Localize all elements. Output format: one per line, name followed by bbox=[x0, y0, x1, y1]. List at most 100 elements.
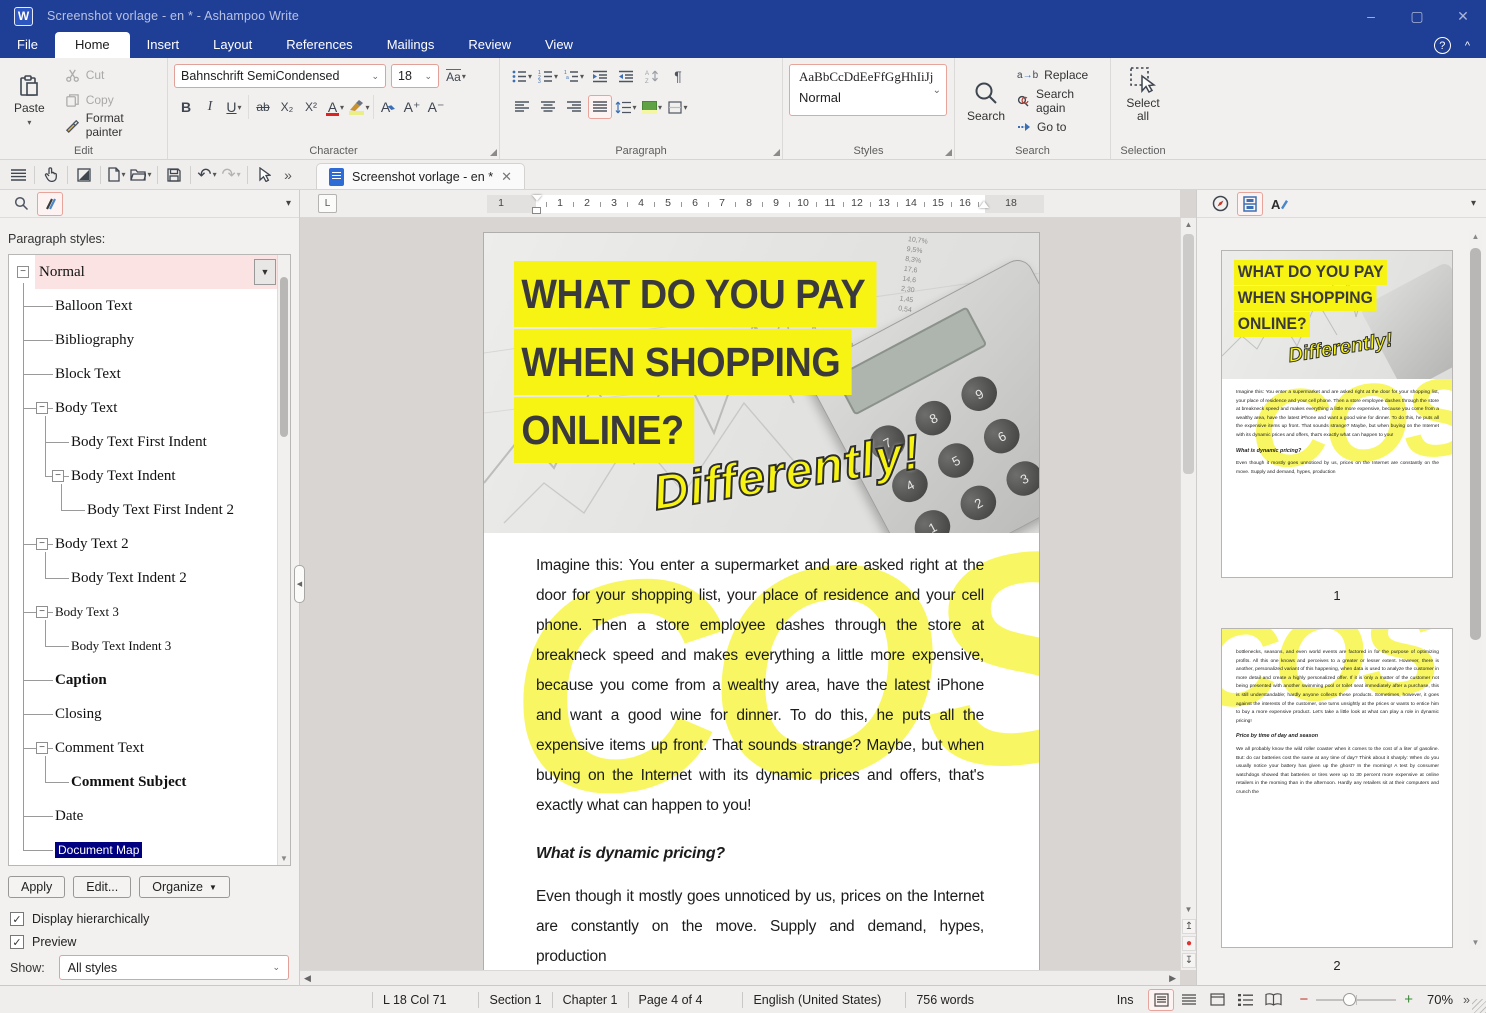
organize-button[interactable]: Organize ▼ bbox=[139, 876, 230, 898]
pointer-tool-icon[interactable] bbox=[252, 163, 276, 187]
style-picker[interactable]: AaBbCcDdEeFfGgHhIiJj Normal ⌄ bbox=[789, 64, 947, 116]
document-tab[interactable]: Screenshot vorlage - en * ✕ bbox=[316, 163, 525, 189]
tree-scrollbar[interactable]: ▼ bbox=[277, 255, 290, 865]
scroll-down-icon[interactable]: ▼ bbox=[1469, 938, 1482, 947]
document-canvas[interactable]: 10,7% 9,5% 8,3% 17,6 14,6 2,30 1,45 0,54 789 45… bbox=[300, 218, 1180, 970]
tab-view[interactable]: View bbox=[528, 32, 590, 58]
menu-lines-icon[interactable] bbox=[6, 163, 30, 187]
show-styles-combo[interactable]: All styles ⌄ bbox=[58, 955, 289, 980]
paste-button[interactable]: Paste ▾ bbox=[6, 64, 53, 136]
tab-stop-selector[interactable]: L bbox=[318, 194, 337, 213]
display-hierarchically-checkbox[interactable]: ✓ bbox=[10, 912, 24, 926]
superscript-button[interactable]: X² bbox=[299, 95, 323, 119]
style-item-date[interactable]: Date bbox=[9, 799, 290, 833]
scroll-right-icon[interactable]: ▶ bbox=[1169, 973, 1176, 984]
page-thumbnails-icon[interactable] bbox=[1237, 191, 1263, 216]
close-button[interactable]: ✕ bbox=[1440, 0, 1486, 32]
contrast-view-icon[interactable] bbox=[72, 163, 96, 187]
page-view-icon[interactable] bbox=[1148, 988, 1175, 1011]
zoom-slider[interactable] bbox=[1316, 992, 1397, 1006]
style-item-block-text[interactable]: Block Text bbox=[9, 357, 290, 391]
new-document-icon[interactable]: ▾ bbox=[105, 163, 129, 187]
redo-icon[interactable]: ↷ ▾ bbox=[219, 163, 243, 187]
style-item-body-text-indent[interactable]: − Body Text Indent bbox=[9, 459, 290, 493]
decrease-indent-button[interactable] bbox=[614, 64, 638, 88]
style-item-caption[interactable]: Caption bbox=[9, 663, 290, 697]
style-item-comment-text[interactable]: − Comment Text bbox=[9, 731, 290, 765]
tab-file[interactable]: File bbox=[0, 32, 55, 58]
bullet-list-button[interactable]: ▾ bbox=[510, 64, 534, 88]
sidebar-menu-icon[interactable]: ▾ bbox=[1471, 198, 1476, 209]
page-thumbnail-1[interactable]: WHAT DO YOU PAY WHEN SHOPPING ONLINE? Di… bbox=[1221, 250, 1453, 578]
tree-scrollbar-thumb[interactable] bbox=[280, 277, 288, 437]
outline-view-icon[interactable] bbox=[1232, 989, 1258, 1011]
scrollbar-thumb[interactable] bbox=[1183, 234, 1194, 474]
open-folder-icon[interactable]: ▾ bbox=[129, 163, 153, 187]
style-item-body-text[interactable]: − Body Text bbox=[9, 391, 290, 425]
sidebar-scrollbar[interactable]: ▲ ▼ bbox=[1469, 230, 1482, 949]
tab-references[interactable]: References bbox=[269, 32, 369, 58]
style-item-document-map[interactable]: Document Map bbox=[9, 833, 290, 865]
strikethrough-button[interactable]: ab bbox=[251, 95, 275, 119]
resize-grip[interactable] bbox=[1472, 999, 1486, 1013]
align-center-button[interactable] bbox=[536, 95, 560, 119]
search-button[interactable]: Search bbox=[961, 64, 1011, 138]
style-item-dropdown[interactable]: ▼ bbox=[254, 259, 276, 285]
select-all-button[interactable]: Select all bbox=[1117, 64, 1169, 125]
document-page[interactable]: 10,7% 9,5% 8,3% 17,6 14,6 2,30 1,45 0,54 789 45… bbox=[483, 232, 1040, 970]
style-item-body-text-3[interactable]: − Body Text 3 bbox=[9, 595, 290, 629]
scrollbar-thumb[interactable] bbox=[1470, 248, 1481, 640]
line-spacing-button[interactable]: ▾ bbox=[614, 95, 638, 119]
document-horizontal-scrollbar[interactable]: ◀ ▶ bbox=[300, 970, 1180, 985]
font-name-combo[interactable]: Bahnschrift SemiCondensed ⌄ bbox=[174, 64, 386, 88]
copy-button[interactable]: Copy bbox=[61, 89, 161, 111]
search-again-button[interactable]: Search again bbox=[1013, 87, 1104, 115]
tab-layout[interactable]: Layout bbox=[196, 32, 269, 58]
scroll-down-icon[interactable]: ▼ bbox=[278, 854, 290, 863]
tab-close-icon[interactable]: ✕ bbox=[501, 169, 512, 185]
zoom-in-button[interactable]: + bbox=[1404, 991, 1413, 1008]
touch-mode-icon[interactable] bbox=[39, 163, 63, 187]
style-item-body-text-2[interactable]: − Body Text 2 bbox=[9, 527, 290, 561]
insert-mode-indicator[interactable]: Ins bbox=[1117, 993, 1134, 1007]
multilevel-list-button[interactable]: 1 a ▾ bbox=[562, 64, 586, 88]
panel-styles-icon[interactable] bbox=[37, 191, 63, 216]
underline-button[interactable]: U ▾ bbox=[222, 95, 246, 119]
zoom-level[interactable]: 70% bbox=[1427, 992, 1453, 1007]
first-line-indent-marker[interactable] bbox=[532, 195, 542, 201]
shrink-font-button[interactable]: A⁻ bbox=[424, 95, 448, 119]
style-item-closing[interactable]: Closing bbox=[9, 697, 290, 731]
edit-style-button[interactable]: Edit... bbox=[73, 876, 132, 898]
continuous-view-icon[interactable] bbox=[1176, 989, 1202, 1011]
save-icon[interactable] bbox=[162, 163, 186, 187]
pilcrow-button[interactable]: ¶ bbox=[666, 64, 690, 88]
zoom-slider-knob[interactable] bbox=[1343, 992, 1357, 1006]
style-item-normal[interactable]: − Normal ▼ bbox=[9, 255, 290, 289]
toolbar-overflow-icon[interactable]: » bbox=[276, 163, 300, 187]
paragraph-1[interactable]: Imagine this: You enter a supermarket an… bbox=[536, 551, 984, 821]
scroll-down-icon[interactable]: ▼ bbox=[1181, 905, 1196, 914]
tab-insert[interactable]: Insert bbox=[130, 32, 197, 58]
align-left-button[interactable] bbox=[510, 95, 534, 119]
font-color-button[interactable]: A ▾ bbox=[323, 95, 347, 119]
zoom-out-button[interactable]: − bbox=[1299, 991, 1308, 1008]
change-case-button[interactable]: Aa ▾ bbox=[444, 64, 468, 88]
character-dialog-launcher[interactable] bbox=[490, 149, 497, 156]
paragraph-2[interactable]: Even though it mostly goes unnoticed by … bbox=[536, 882, 984, 970]
sort-button[interactable]: AZ bbox=[640, 64, 664, 88]
borders-button[interactable]: ▾ bbox=[666, 95, 690, 119]
next-page-button[interactable]: ↧ bbox=[1182, 953, 1196, 968]
status-overflow-icon[interactable]: » bbox=[1463, 993, 1470, 1007]
styles-pencil-icon[interactable]: A bbox=[1267, 192, 1293, 216]
tab-home[interactable]: Home bbox=[54, 32, 130, 58]
tab-review[interactable]: Review bbox=[451, 32, 528, 58]
status-section[interactable]: Section 1 bbox=[489, 993, 541, 1007]
navigator-icon[interactable] bbox=[1207, 192, 1233, 216]
apply-button[interactable]: Apply bbox=[8, 876, 66, 898]
align-right-button[interactable] bbox=[562, 95, 586, 119]
grow-font-button[interactable]: A⁺ bbox=[400, 95, 424, 119]
panel-collapse-handle[interactable]: ◀ bbox=[294, 565, 305, 603]
scroll-up-icon[interactable]: ▲ bbox=[1469, 232, 1482, 241]
scroll-left-icon[interactable]: ◀ bbox=[304, 973, 311, 984]
document-body-text[interactable]: Imagine this: You enter a supermarket an… bbox=[536, 551, 984, 970]
